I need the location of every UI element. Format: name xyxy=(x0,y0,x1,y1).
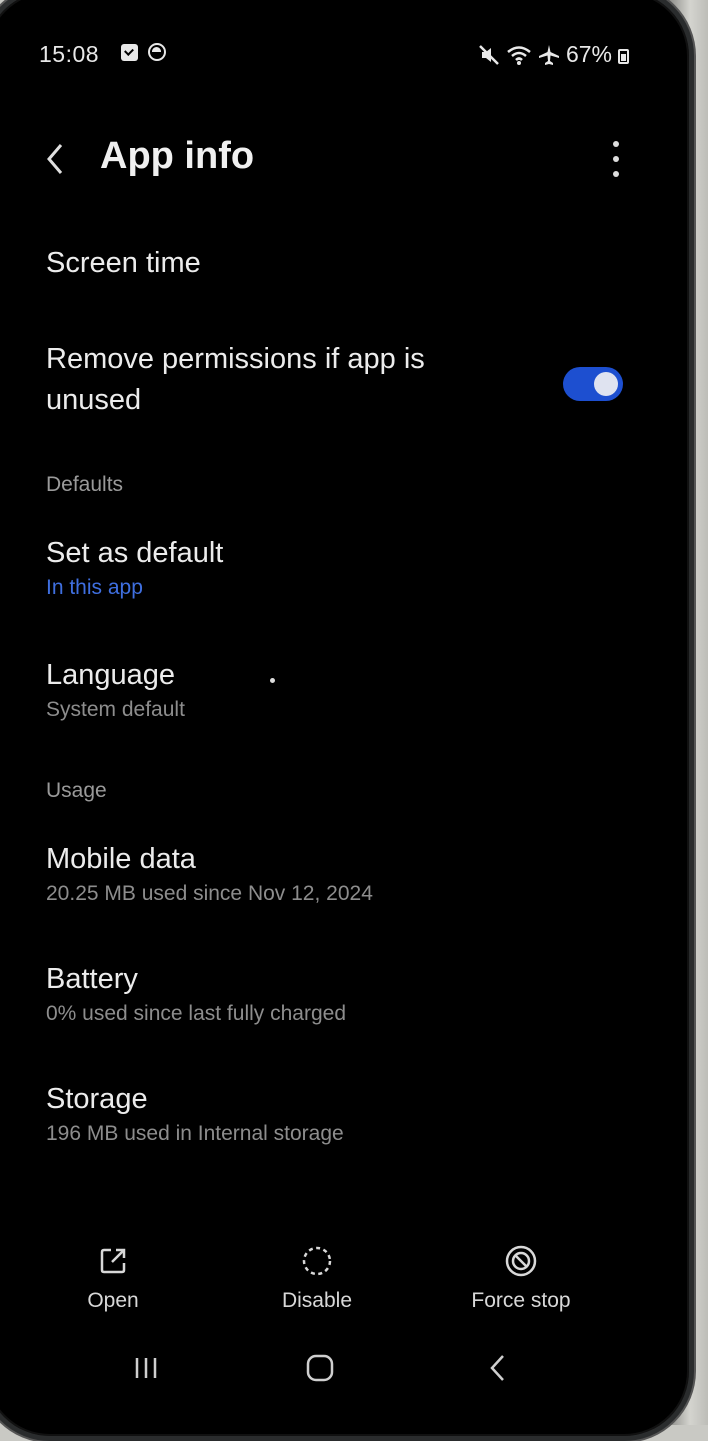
open-external-icon xyxy=(100,1248,126,1274)
item-title-line1: Remove permissions if app is xyxy=(46,343,425,375)
list-item-battery[interactable]: Battery 0% used since last fully charged xyxy=(46,959,633,1026)
section-header-defaults: Defaults xyxy=(46,473,124,496)
checklist-icon xyxy=(121,43,138,61)
item-subtitle: 196 MB used in Internal storage xyxy=(46,1122,344,1145)
status-bar: 15:08 67% xyxy=(39,39,629,69)
status-indicators-right: 67% xyxy=(478,41,629,68)
item-title: Battery xyxy=(46,963,138,995)
item-subtitle: 20.25 MB used since Nov 12, 2024 xyxy=(46,882,373,905)
bottom-action-bar: Open Disable Force stop xyxy=(5,1243,689,1323)
list-item-set-as-default[interactable]: Set as default In this app xyxy=(46,533,633,600)
dot-icon xyxy=(613,171,619,177)
list-item-storage[interactable]: Storage 196 MB used in Internal storage xyxy=(46,1079,633,1146)
touch-dot xyxy=(270,678,275,683)
page-title: App info xyxy=(100,135,255,177)
force-stop-button[interactable]: Force stop xyxy=(441,1243,601,1313)
force-stop-icon xyxy=(505,1245,537,1277)
sync-icon xyxy=(148,43,166,61)
app-bar: App info xyxy=(5,125,689,195)
dot-icon xyxy=(613,156,619,162)
nav-back-icon xyxy=(490,1355,504,1381)
list-item-mobile-data[interactable]: Mobile data 20.25 MB used since Nov 12, … xyxy=(46,839,633,906)
disable-label: Disable xyxy=(281,1289,353,1312)
recent-apps-button[interactable] xyxy=(131,1353,161,1388)
section-header-usage: Usage xyxy=(46,779,107,802)
item-subtitle: System default xyxy=(46,698,185,721)
home-button[interactable] xyxy=(305,1353,335,1388)
more-options-button[interactable] xyxy=(611,141,621,177)
wifi-icon xyxy=(507,45,531,65)
open-button[interactable]: Open xyxy=(33,1243,193,1313)
item-title: Screen time xyxy=(46,247,201,279)
status-time: 15:08 xyxy=(39,41,100,67)
battery-icon xyxy=(618,49,629,64)
item-title-line2: unused xyxy=(46,384,142,416)
disable-icon xyxy=(302,1246,332,1276)
screen: 15:08 67% App info Screen time Remove pe… xyxy=(5,5,689,1416)
back-button[interactable] xyxy=(41,139,81,179)
list-item-language[interactable]: Language System default xyxy=(46,655,633,722)
open-label: Open xyxy=(87,1289,139,1312)
list-item-screen-time[interactable]: Screen time xyxy=(46,243,633,284)
status-indicators-left xyxy=(121,43,166,61)
phone-frame: 15:08 67% App info Screen time Remove pe… xyxy=(0,0,694,1441)
list-item-remove-permissions[interactable]: Remove permissions if app is unused xyxy=(46,339,553,421)
remove-permissions-toggle[interactable] xyxy=(563,367,623,401)
chevron-left-icon xyxy=(47,144,63,174)
item-title: Language xyxy=(46,659,176,691)
item-subtitle: 0% used since last fully charged xyxy=(46,1002,346,1025)
item-title: Storage xyxy=(46,1083,148,1115)
nav-back-button[interactable] xyxy=(483,1353,513,1388)
home-icon xyxy=(306,1354,334,1382)
airplane-icon xyxy=(538,44,559,65)
recent-apps-icon xyxy=(135,1358,157,1378)
mute-icon xyxy=(479,44,499,65)
item-title: Mobile data xyxy=(46,843,196,875)
disable-button[interactable]: Disable xyxy=(237,1243,397,1313)
dot-icon xyxy=(613,141,619,147)
system-nav-bar xyxy=(5,1353,689,1393)
item-title: Set as default xyxy=(46,537,224,569)
force-stop-label: Force stop xyxy=(471,1289,571,1312)
battery-percent: 67% xyxy=(565,41,612,67)
item-subtitle: In this app xyxy=(46,576,143,599)
